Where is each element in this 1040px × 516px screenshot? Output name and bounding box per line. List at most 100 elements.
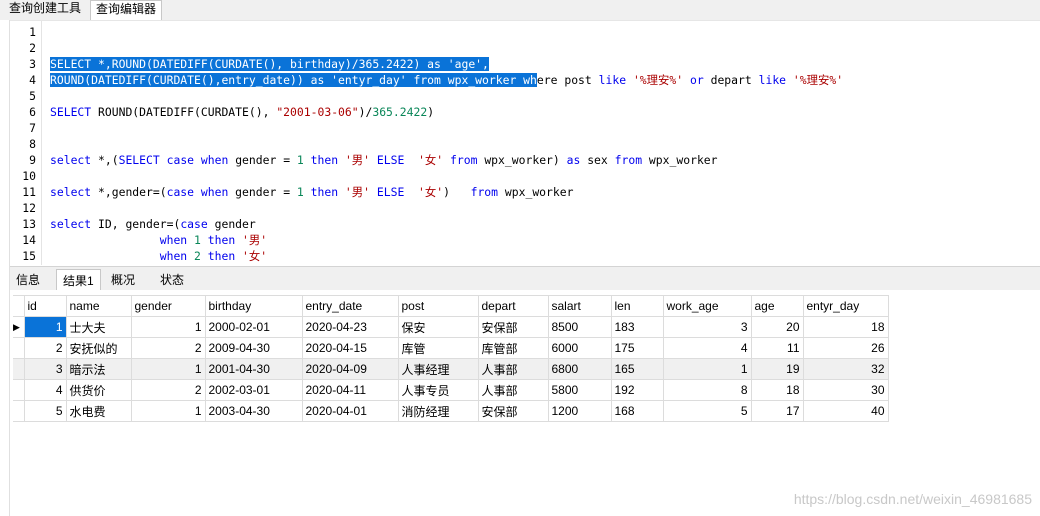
cell-salart[interactable]: 8500 xyxy=(547,316,612,338)
cell-len[interactable]: 192 xyxy=(610,379,664,401)
cell-post[interactable]: 保安 xyxy=(397,316,479,338)
cell-age[interactable]: 19 xyxy=(750,358,804,380)
cell-entry_date[interactable]: 2020-04-23 xyxy=(301,316,399,338)
tab-result-1[interactable]: 结果1 xyxy=(56,269,101,291)
cell-salart[interactable]: 1200 xyxy=(547,400,612,422)
cell-gender[interactable]: 1 xyxy=(130,400,206,422)
table-row[interactable]: 2 安抚似的 2 2009-04-30 2020-04-15 库管 库管部 6000 175 4 1… xyxy=(13,337,889,359)
column-header-entry_date[interactable]: entry_date xyxy=(301,295,399,317)
table-row[interactable]: 3 暗示法 1 2001-04-30 2020-04-09 人事经理 人事部 6800 165 1… xyxy=(13,358,889,380)
column-header-id[interactable]: id xyxy=(23,295,67,317)
cell-birthday[interactable]: 2002-03-01 xyxy=(204,379,303,401)
cell-post[interactable]: 消防经理 xyxy=(397,400,479,422)
column-header-birthday[interactable]: birthday xyxy=(204,295,303,317)
current-row-indicator-icon[interactable]: ▶ xyxy=(13,316,25,338)
code-text[interactable]: select *,(SELECT case when gender = 1 th… xyxy=(50,152,718,168)
cell-age[interactable]: 17 xyxy=(750,400,804,422)
tab-profile[interactable]: 概况 xyxy=(105,269,141,291)
cell-age[interactable]: 20 xyxy=(750,316,804,338)
cell-len[interactable]: 168 xyxy=(610,400,664,422)
cell-entry_date[interactable]: 2020-04-11 xyxy=(301,379,399,401)
column-header-depart[interactable]: depart xyxy=(477,295,549,317)
cell-entyr_day[interactable]: 32 xyxy=(802,358,889,380)
cell-name[interactable]: 供货价 xyxy=(65,379,132,401)
sql-editor[interactable]: 1 2 3 SELECT *,ROUND(DATEDIFF(CURDATE(), bi… xyxy=(10,20,1040,265)
cell-entyr_day[interactable]: 26 xyxy=(802,337,889,359)
cell-birthday[interactable]: 2003-04-30 xyxy=(204,400,303,422)
column-header-post[interactable]: post xyxy=(397,295,479,317)
cell-birthday[interactable]: 2000-02-01 xyxy=(204,316,303,338)
cell-entyr_day[interactable]: 18 xyxy=(802,316,889,338)
row-indicator[interactable] xyxy=(13,379,25,401)
cell-depart[interactable]: 安保部 xyxy=(477,316,549,338)
cell-depart[interactable]: 库管部 xyxy=(477,337,549,359)
cell-post[interactable]: 库管 xyxy=(397,337,479,359)
cell-entry_date[interactable]: 2020-04-01 xyxy=(301,400,399,422)
cell-name[interactable]: 水电费 xyxy=(65,400,132,422)
table-row[interactable]: 4 供货价 2 2002-03-01 2020-04-11 人事专员 人事部 5800 192 8… xyxy=(13,379,889,401)
cell-salart[interactable]: 5800 xyxy=(547,379,612,401)
cell-id[interactable]: 5 xyxy=(23,400,67,422)
column-header-entyr_day[interactable]: entyr_day xyxy=(802,295,889,317)
tab-query-editor[interactable]: 查询编辑器 xyxy=(90,0,163,20)
column-header-salart[interactable]: salart xyxy=(547,295,612,317)
cell-id[interactable]: 3 xyxy=(23,358,67,380)
cell-birthday[interactable]: 2001-04-30 xyxy=(204,358,303,380)
cell-len[interactable]: 165 xyxy=(610,358,664,380)
cell-depart[interactable]: 人事部 xyxy=(477,358,549,380)
cell-id[interactable]: 4 xyxy=(23,379,67,401)
cell-gender[interactable]: 2 xyxy=(130,379,206,401)
column-header-age[interactable]: age xyxy=(750,295,804,317)
cell-len[interactable]: 175 xyxy=(610,337,664,359)
cell-id[interactable]: 1 xyxy=(23,316,67,338)
cell-work_age[interactable]: 3 xyxy=(662,316,752,338)
code-text[interactable]: when 1 then '男' xyxy=(50,232,267,248)
line-number: 6 xyxy=(29,105,36,119)
row-indicator[interactable] xyxy=(13,400,25,422)
row-indicator[interactable] xyxy=(13,358,25,380)
cell-post[interactable]: 人事专员 xyxy=(397,379,479,401)
cell-salart[interactable]: 6800 xyxy=(547,358,612,380)
column-header-name[interactable]: name xyxy=(65,295,132,317)
cell-gender[interactable]: 2 xyxy=(130,337,206,359)
cell-id[interactable]: 2 xyxy=(23,337,67,359)
cell-name[interactable]: 士大夫 xyxy=(65,316,132,338)
cell-name[interactable]: 安抚似的 xyxy=(65,337,132,359)
code-text[interactable]: when 2 then '女' xyxy=(50,248,267,264)
tab-status[interactable]: 状态 xyxy=(154,269,190,291)
cell-depart[interactable]: 安保部 xyxy=(477,400,549,422)
cell-age[interactable]: 18 xyxy=(750,379,804,401)
cell-entry_date[interactable]: 2020-04-09 xyxy=(301,358,399,380)
cell-salart[interactable]: 6000 xyxy=(547,337,612,359)
cell-len[interactable]: 183 xyxy=(610,316,664,338)
cell-entry_date[interactable]: 2020-04-15 xyxy=(301,337,399,359)
cell-entyr_day[interactable]: 30 xyxy=(802,379,889,401)
column-header-len[interactable]: len xyxy=(610,295,664,317)
tab-query-builder[interactable]: 查询创建工具 xyxy=(4,0,86,20)
cell-entyr_day[interactable]: 40 xyxy=(802,400,889,422)
column-header-work_age[interactable]: work_age xyxy=(662,295,752,317)
code-text[interactable]: SELECT ROUND(DATEDIFF(CURDATE(), "2001-0… xyxy=(50,104,434,120)
cell-depart[interactable]: 人事部 xyxy=(477,379,549,401)
cell-age[interactable]: 11 xyxy=(750,337,804,359)
code-text[interactable]: select *,gender=(case when gender = 1 th… xyxy=(50,184,573,200)
row-indicator[interactable] xyxy=(13,337,25,359)
code-text[interactable]: select ID, gender=(case gender xyxy=(50,216,256,232)
cell-work_age[interactable]: 1 xyxy=(662,358,752,380)
table-row[interactable]: ▶ 1 士大夫 1 2000-02-01 2020-04-23 保安 安保部 8500 183 3 2… xyxy=(13,316,889,338)
cell-post[interactable]: 人事经理 xyxy=(397,358,479,380)
cell-work_age[interactable]: 4 xyxy=(662,337,752,359)
line-number: 9 xyxy=(29,153,36,167)
table-row[interactable]: 5 水电费 1 2003-04-30 2020-04-01 消防经理 安保部 1200 168 5… xyxy=(13,400,889,422)
cell-work_age[interactable]: 5 xyxy=(662,400,752,422)
cell-gender[interactable]: 1 xyxy=(130,316,206,338)
cell-birthday[interactable]: 2009-04-30 xyxy=(204,337,303,359)
cell-name[interactable]: 暗示法 xyxy=(65,358,132,380)
cell-work_age[interactable]: 8 xyxy=(662,379,752,401)
tab-info[interactable]: 信息 xyxy=(10,269,46,291)
line-number: 14 xyxy=(22,233,36,247)
column-header-gender[interactable]: gender xyxy=(130,295,206,317)
code-text[interactable]: SELECT *,ROUND(DATEDIFF(CURDATE(), birth… xyxy=(50,56,489,72)
cell-gender[interactable]: 1 xyxy=(130,358,206,380)
code-text[interactable]: ROUND(DATEDIFF(CURDATE(),entry_date)) as… xyxy=(50,72,843,88)
